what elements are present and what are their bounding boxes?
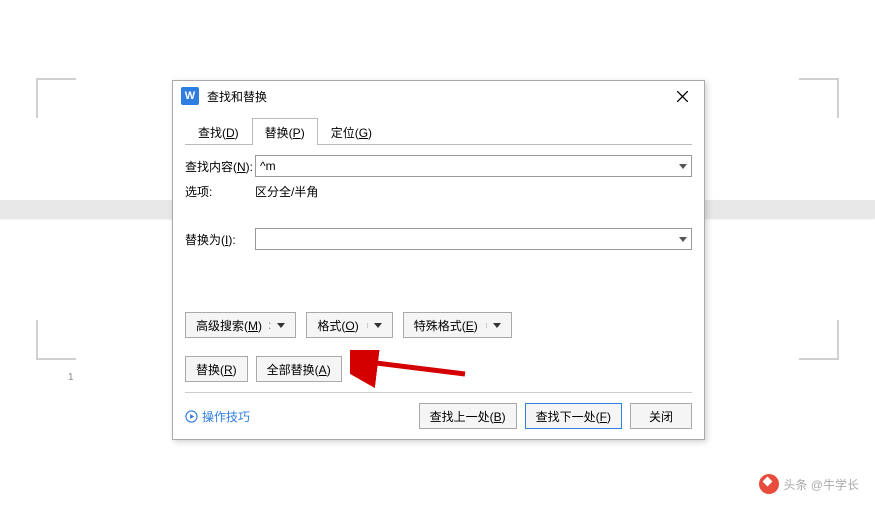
tab-goto[interactable]: 定位(G) xyxy=(318,118,385,145)
tab-find[interactable]: 查找(D) xyxy=(185,118,252,145)
find-input-value: ^m xyxy=(260,159,675,173)
find-replace-dialog: W 查找和替换 查找(D) 替换(P) 定位(G) 查找内容(N): ^m 选项… xyxy=(172,80,705,440)
tips-label: 操作技巧 xyxy=(202,408,250,425)
dialog-title: 查找和替换 xyxy=(207,88,668,105)
tab-replace[interactable]: 替换(P) xyxy=(252,118,318,145)
chevron-down-icon xyxy=(679,237,687,242)
watermark-icon xyxy=(759,474,779,494)
page-number: 1 xyxy=(68,372,74,383)
find-label: 查找内容(N): xyxy=(185,158,255,175)
chevron-down-icon xyxy=(493,323,501,328)
watermark: 头条 @牛学长 xyxy=(759,474,859,494)
replace-button[interactable]: 替换(R) xyxy=(185,356,248,382)
find-next-button[interactable]: 查找下一处(F) xyxy=(525,403,622,429)
chevron-down-icon xyxy=(679,164,687,169)
find-prev-button[interactable]: 查找上一处(B) xyxy=(419,403,517,429)
chevron-down-icon xyxy=(374,323,382,328)
play-circle-icon xyxy=(185,410,198,423)
close-button[interactable] xyxy=(668,82,696,110)
options-value: 区分全/半角 xyxy=(255,183,318,200)
options-label: 选项: xyxy=(185,183,255,200)
divider xyxy=(185,392,692,393)
chevron-down-icon xyxy=(277,323,285,328)
tips-link[interactable]: 操作技巧 xyxy=(185,408,250,425)
titlebar[interactable]: W 查找和替换 xyxy=(173,81,704,111)
replace-input[interactable] xyxy=(255,228,692,250)
crop-mark-tr xyxy=(799,78,839,118)
app-icon: W xyxy=(181,87,199,105)
replace-all-button[interactable]: 全部替换(A) xyxy=(256,356,342,382)
crop-mark-br xyxy=(799,320,839,360)
advanced-search-button[interactable]: 高级搜索(M) : xyxy=(185,312,296,338)
replace-label: 替换为(I): xyxy=(185,231,255,248)
special-format-button[interactable]: 特殊格式(E) xyxy=(403,312,512,338)
tab-bar: 查找(D) 替换(P) 定位(G) xyxy=(185,117,692,145)
format-button[interactable]: 格式(O) xyxy=(306,312,392,338)
close-icon xyxy=(677,91,688,102)
find-input[interactable]: ^m xyxy=(255,155,692,177)
crop-mark-tl xyxy=(36,78,76,118)
watermark-text: 头条 @牛学长 xyxy=(783,476,859,493)
close-dialog-button[interactable]: 关闭 xyxy=(630,403,692,429)
crop-mark-bl xyxy=(36,320,76,360)
